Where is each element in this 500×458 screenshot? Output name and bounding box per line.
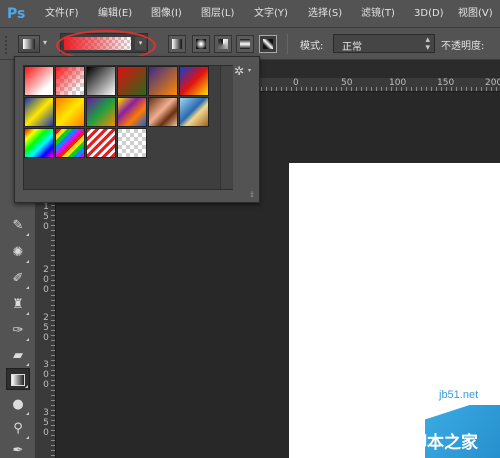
gradient-swatch[interactable] <box>179 97 209 127</box>
gradient-preview[interactable] <box>64 37 131 50</box>
dodge-icon[interactable]: ⚲ <box>6 418 30 440</box>
menu-bar: Ps 文件(F) 编辑(E) 图像(I) 图层(L) 文字(Y) 选择(S) 滤… <box>0 0 500 28</box>
gradient-swatch[interactable] <box>24 97 54 127</box>
mode-select[interactable]: 正常 ▴ ▾ <box>333 34 435 53</box>
options-bar-grip[interactable] <box>5 36 11 54</box>
gradient-swatch[interactable] <box>117 97 147 127</box>
radial-gradient-icon <box>196 39 206 49</box>
gradient-swatch[interactable] <box>24 128 54 158</box>
gradient-tool-icon[interactable] <box>6 368 30 390</box>
ruler-ticks <box>51 190 55 458</box>
eraser-icon[interactable]: ▰ <box>6 345 30 367</box>
blur-icon[interactable]: ● <box>6 394 30 416</box>
menu-filter[interactable]: 滤镜(T) <box>361 6 395 22</box>
angle-gradient-icon <box>218 39 228 49</box>
ruler-label: 3 <box>43 408 49 418</box>
ruler-label: 0 <box>43 275 49 285</box>
gradient-swatch[interactable] <box>24 66 54 96</box>
ruler-label: 5 <box>43 212 49 222</box>
gear-icon[interactable]: ✲ <box>234 64 244 78</box>
ruler-label: 0 <box>43 333 49 343</box>
chevron-down-icon[interactable]: ▾ <box>248 67 251 74</box>
history-brush-icon[interactable]: ✑ <box>6 320 30 342</box>
menu-select[interactable]: 选择(S) <box>308 6 342 22</box>
ruler-ticks <box>256 87 500 91</box>
ruler-label: 2 <box>43 265 49 275</box>
radial-gradient-button[interactable] <box>192 35 210 53</box>
ruler-label: 1 <box>43 202 49 212</box>
ruler-label: 2 <box>43 313 49 323</box>
spot-healing-brush-icon[interactable]: ✺ <box>6 242 30 264</box>
opacity-label: 不透明度: <box>441 41 485 52</box>
watermark-text: 脚本之家 <box>410 433 478 453</box>
chevron-down-icon[interactable]: ▾ <box>135 37 146 50</box>
angle-gradient-button[interactable] <box>214 35 232 53</box>
menu-file[interactable]: 文件(F) <box>45 6 79 22</box>
gradient-swatch[interactable] <box>117 128 147 158</box>
mode-label: 模式: <box>300 41 324 52</box>
gradient-picker-panel: ✲ ▾ ⁞⁞ <box>14 56 260 203</box>
menu-view[interactable]: 视图(V) <box>458 6 493 22</box>
gradient-swatch[interactable] <box>55 128 85 158</box>
ruler-label: 0 <box>43 380 49 390</box>
gradient-swatch[interactable] <box>117 66 147 96</box>
gradient-swatch[interactable] <box>55 66 85 96</box>
diamond-gradient-icon <box>263 39 273 49</box>
ruler-label: 0 <box>43 222 49 232</box>
mode-value: 正常 <box>342 42 362 53</box>
vertical-ruler[interactable]: 1 5 0 2 0 0 2 5 0 3 0 0 3 5 0 <box>36 190 56 458</box>
diamond-gradient-button[interactable] <box>259 35 277 53</box>
menu-layer[interactable]: 图层(L) <box>201 6 234 22</box>
gradient-swatch[interactable] <box>179 66 209 96</box>
gradient-swatch[interactable] <box>148 66 178 96</box>
watermark-url: jb51.net <box>439 389 479 401</box>
menu-type[interactable]: 文字(Y) <box>254 6 288 22</box>
gradient-swatch[interactable] <box>86 128 116 158</box>
menu-edit[interactable]: 编辑(E) <box>98 6 132 22</box>
gradient-swatch[interactable] <box>86 97 116 127</box>
reflected-gradient-button[interactable] <box>236 35 254 53</box>
tool-preset-picker[interactable] <box>18 35 40 53</box>
pen-icon[interactable]: ✒ <box>6 440 30 458</box>
ruler-label: 0 <box>43 285 49 295</box>
gradient-swatch[interactable] <box>148 97 178 127</box>
divider <box>287 34 288 54</box>
linear-gradient-icon <box>172 39 182 49</box>
clone-stamp-icon[interactable]: ♜ <box>6 294 30 316</box>
brush-icon[interactable]: ✐ <box>6 268 30 290</box>
panel-scrollbar[interactable] <box>220 66 233 189</box>
gradient-swatch[interactable] <box>55 97 85 127</box>
menu-3d[interactable]: 3D(D) <box>414 6 444 22</box>
linear-gradient-button[interactable] <box>168 35 186 53</box>
reflected-gradient-icon <box>240 39 250 49</box>
gradient-swatch-grid <box>23 65 233 190</box>
photoshop-logo[interactable]: Ps <box>7 4 29 24</box>
ruler-label: 3 <box>43 360 49 370</box>
gradient-swatch[interactable] <box>86 66 116 96</box>
chevron-down-icon[interactable]: ▾ <box>43 38 47 47</box>
ruler-label: 5 <box>43 418 49 428</box>
menu-image[interactable]: 图像(I) <box>151 6 182 22</box>
ruler-label: 5 <box>43 323 49 333</box>
ruler-label: 0 <box>43 428 49 438</box>
eyedropper-icon[interactable]: ✎ <box>6 215 30 237</box>
ruler-label: 0 <box>43 370 49 380</box>
updown-arrow-icon: ▴ ▾ <box>425 35 430 53</box>
gradient-picker[interactable]: ▾ <box>60 33 148 53</box>
horizontal-ruler[interactable]: 0 50 100 150 200 <box>256 78 500 92</box>
resize-grip-icon[interactable]: ⁞⁞ <box>250 191 254 199</box>
